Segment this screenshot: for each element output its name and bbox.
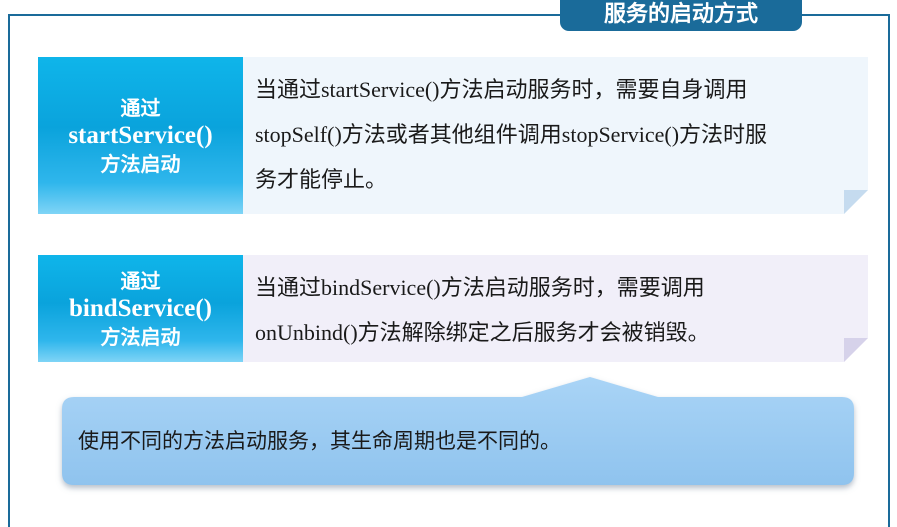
method-label-name: startService() [68, 121, 213, 149]
page-fold-corner [844, 190, 868, 214]
page-fold-corner [844, 338, 868, 362]
method-label-start-service: 通过 startService() 方法启动 [38, 57, 243, 214]
description-line: 当通过startService()方法启动服务时，需要自身调用 [255, 77, 748, 102]
method-label-suffix: 方法启动 [100, 324, 181, 349]
description-line: 当通过bindService()方法启动服务时，需要调用 [255, 275, 705, 300]
method-label-name: bindService() [68, 294, 213, 322]
method-label-prefix: 通过 [120, 268, 161, 293]
method-label-bind-service: 通过 bindService() 方法启动 [38, 255, 243, 362]
method-label-prefix: 通过 [120, 95, 161, 120]
method-label-suffix: 方法启动 [100, 151, 181, 176]
method-description-start-service: 当通过startService()方法启动服务时，需要自身调用 stopSelf… [243, 57, 868, 214]
description-line: stopSelf()方法或者其他组件调用stopService()方法时服 [255, 122, 768, 147]
description-line: onUnbind()方法解除绑定之后服务才会被销毁。 [255, 320, 710, 345]
description-line: 务才能停止。 [255, 167, 388, 192]
summary-callout-text: 使用不同的方法启动服务，其生命周期也是不同的。 [78, 429, 561, 453]
frame-right-border [888, 14, 890, 527]
method-description-bind-service: 当通过bindService()方法启动服务时，需要调用 onUnbind()方… [243, 255, 868, 362]
page-title: 服务的启动方式 [560, 0, 802, 31]
frame-left-border [8, 14, 10, 527]
